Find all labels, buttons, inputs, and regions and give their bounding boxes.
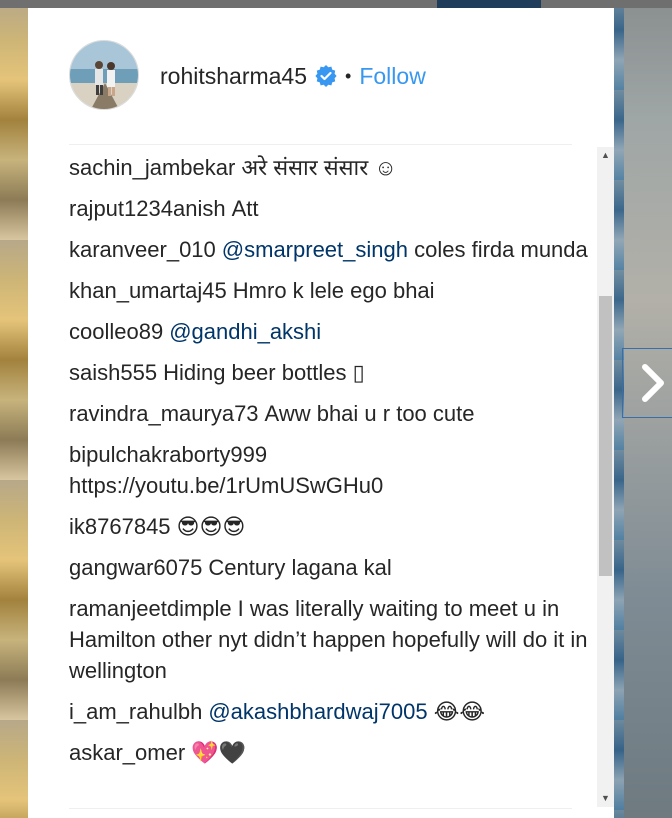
comment-username[interactable]: askar_omer xyxy=(69,740,185,765)
backdrop-left-photo xyxy=(0,0,30,818)
comment-item: ramanjeetdimple I was literally waiting t… xyxy=(69,593,589,686)
comment-text: Hmro k lele ego bhai xyxy=(232,278,435,303)
comment-text: Att xyxy=(231,196,259,221)
comment-text: Aww bhai u r too cute xyxy=(264,401,475,426)
scroll-up-arrow-icon[interactable]: ▲ xyxy=(597,147,614,164)
comment-text: coles firda munda xyxy=(414,237,588,262)
comment-item: karanveer_010 @smarpreet_singh coles fird… xyxy=(69,234,589,265)
comment-text: https://youtu.be/1rUmUSwGHu0 xyxy=(69,473,384,498)
comment-username[interactable]: karanveer_010 xyxy=(69,237,216,262)
comment-item: saish555 Hiding beer bottles ▯ xyxy=(69,357,589,388)
scroll-down-arrow-icon[interactable]: ▼ xyxy=(597,790,614,807)
post-comments-panel: rohitsharma45 • Follow sachin_jambekar अर… xyxy=(28,8,614,818)
scrollbar-thumb[interactable] xyxy=(599,296,612,576)
comment-item: i_am_rahulbh @akashbhardwaj7005 😂😂 xyxy=(69,696,589,727)
comment-username[interactable]: ramanjeetdimple xyxy=(69,596,232,621)
post-header: rohitsharma45 • Follow xyxy=(28,8,614,144)
comment-username[interactable]: i_am_rahulbh xyxy=(69,699,202,724)
post-username[interactable]: rohitsharma45 xyxy=(160,63,307,90)
follow-button[interactable]: Follow xyxy=(359,63,425,90)
comment-text: अरे संसार संसार ☺ xyxy=(241,155,397,180)
next-post-button[interactable] xyxy=(622,348,672,418)
comment-text: Hiding beer bottles ▯ xyxy=(163,360,365,385)
header-divider xyxy=(69,144,572,145)
comment-text: 😂😂 xyxy=(433,699,486,724)
comments-scrollbar[interactable]: ▲ ▼ xyxy=(597,147,614,807)
comments-bottom-divider xyxy=(69,808,572,809)
comment-mention[interactable]: @akashbhardwaj7005 xyxy=(208,699,427,724)
comment-username[interactable]: coolleo89 xyxy=(69,319,163,344)
chevron-right-icon xyxy=(642,364,664,402)
avatar[interactable] xyxy=(69,40,139,110)
comment-username[interactable]: saish555 xyxy=(69,360,157,385)
comment-username[interactable]: gangwar6075 xyxy=(69,555,202,580)
comment-username[interactable]: rajput1234anish xyxy=(69,196,226,221)
comment-item: gangwar6075 Century lagana kal xyxy=(69,552,589,583)
comment-item: coolleo89 @gandhi_akshi xyxy=(69,316,589,347)
header-separator: • xyxy=(345,65,352,86)
comment-item: bipulchakraborty999 https://youtu.be/1rUm… xyxy=(69,439,589,501)
top-dark-tab xyxy=(437,0,541,8)
comment-item: khan_umartaj45 Hmro k lele ego bhai xyxy=(69,275,589,306)
comment-text: Century lagana kal xyxy=(208,555,392,580)
header-user-line: rohitsharma45 • Follow xyxy=(160,59,426,93)
comment-item: rajput1234anish Att xyxy=(69,193,589,224)
comment-text: 💖🖤 xyxy=(191,740,246,765)
comment-username[interactable]: sachin_jambekar xyxy=(69,155,235,180)
comment-username[interactable]: ik8767845 xyxy=(69,514,171,539)
comment-text: 😎😎😎 xyxy=(176,514,246,539)
comment-item: ik8767845 😎😎😎 xyxy=(69,511,589,542)
comment-item: askar_omer 💖🖤 xyxy=(69,737,589,768)
comment-username[interactable]: khan_umartaj45 xyxy=(69,278,227,303)
comment-item: ravindra_maurya73 Aww bhai u r too cute xyxy=(69,398,589,429)
comment-mention[interactable]: @smarpreet_singh xyxy=(222,237,408,262)
comment-username[interactable]: bipulchakraborty999 xyxy=(69,442,267,467)
comment-mention[interactable]: @gandhi_akshi xyxy=(169,319,321,344)
comments-list[interactable]: sachin_jambekar अरे संसार संसार ☺ rajput1… xyxy=(69,152,589,808)
top-shade xyxy=(0,0,672,8)
comment-username[interactable]: ravindra_maurya73 xyxy=(69,401,259,426)
verified-badge-icon xyxy=(315,65,337,87)
comment-item: sachin_jambekar अरे संसार संसार ☺ xyxy=(69,152,589,183)
